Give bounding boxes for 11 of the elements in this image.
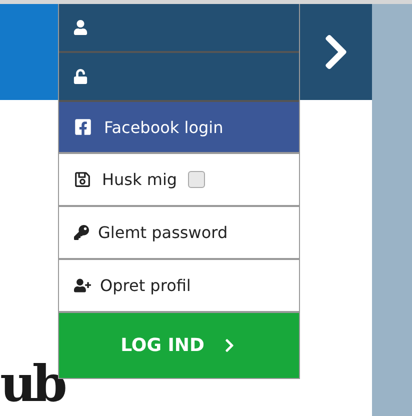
remember-checkbox[interactable]: [188, 171, 206, 188]
user-plus-icon: [74, 277, 91, 294]
username-field[interactable]: [59, 4, 299, 53]
password-field[interactable]: [59, 53, 299, 102]
remember-label: Husk mig: [102, 170, 178, 189]
key-icon: [74, 225, 89, 240]
facebook-icon: [74, 118, 92, 136]
unlocked-padlock-icon: [73, 69, 88, 84]
user-icon: [73, 20, 88, 35]
next-panel[interactable]: [300, 4, 372, 100]
facebook-login-button[interactable]: Facebook login: [59, 102, 299, 154]
